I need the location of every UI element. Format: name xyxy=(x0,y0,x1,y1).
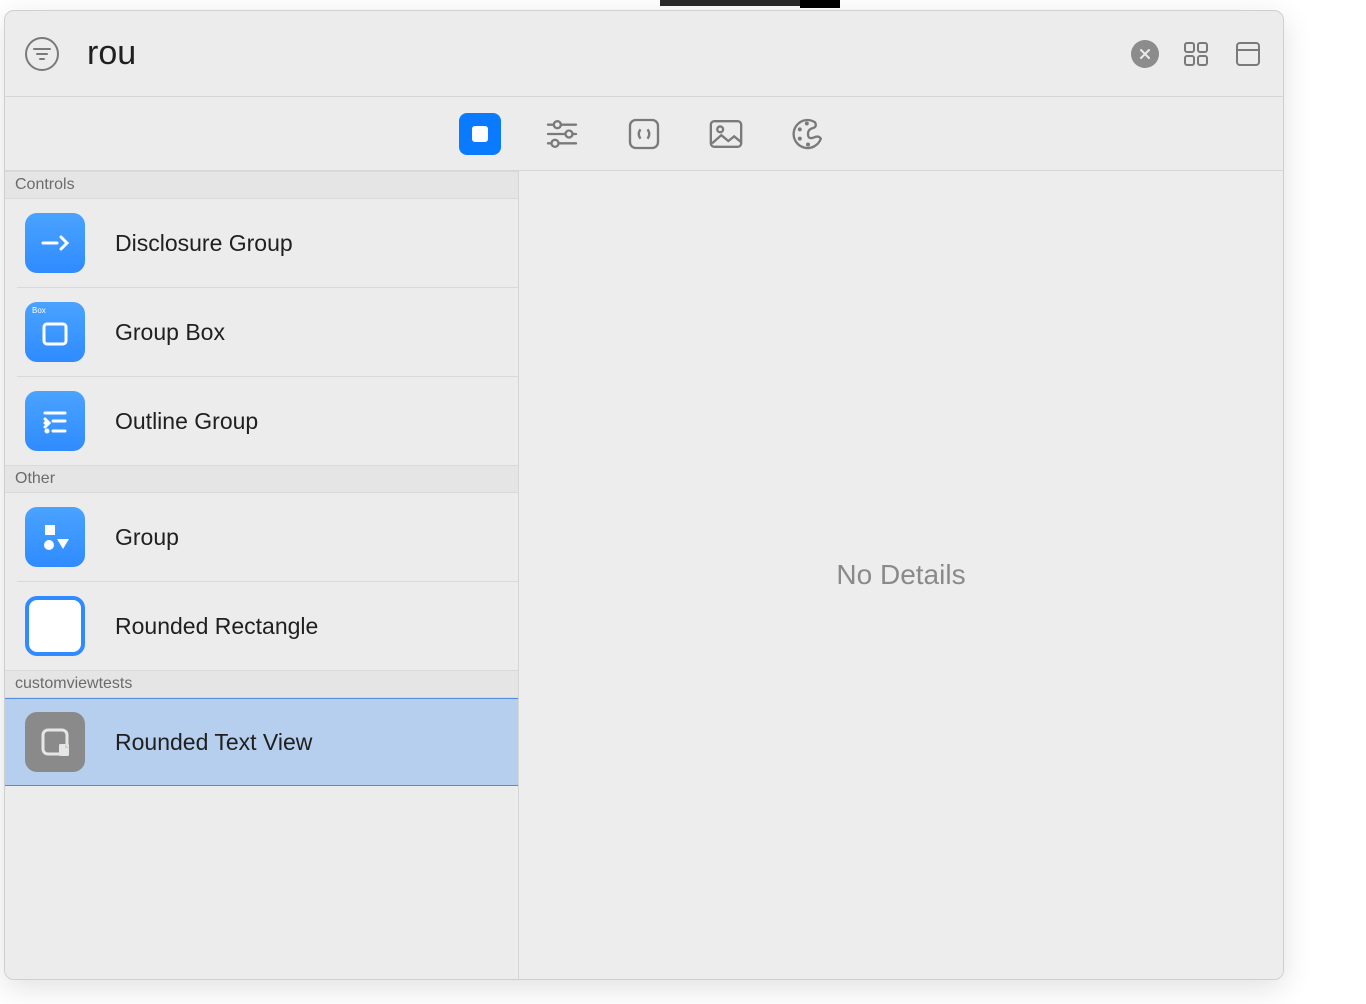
filter-scope-icon[interactable] xyxy=(25,37,59,71)
list-item-label: Rounded Text View xyxy=(115,729,312,756)
search-input[interactable] xyxy=(87,11,1119,96)
tab-objects[interactable] xyxy=(459,113,501,155)
tab-media[interactable] xyxy=(705,113,747,155)
list-item-label: Outline Group xyxy=(115,408,258,435)
list-item[interactable]: Disclosure Group xyxy=(5,199,518,287)
objects-icon xyxy=(472,126,488,142)
clear-search-button[interactable] xyxy=(1131,40,1159,68)
detail-view-icon[interactable] xyxy=(1233,39,1263,69)
list-item-label: Disclosure Group xyxy=(115,230,293,257)
search-row xyxy=(5,11,1283,97)
list-item[interactable]: Rounded Rectangle xyxy=(5,582,518,670)
detail-pane: No Details xyxy=(519,171,1283,979)
list-item[interactable]: Group xyxy=(5,493,518,581)
background-peek xyxy=(0,0,1366,8)
list-item-label: Rounded Rectangle xyxy=(115,613,318,640)
library-panel: Controls Disclosure Group Box Group Box xyxy=(4,10,1284,980)
grid-view-icon[interactable] xyxy=(1181,39,1211,69)
section-header-custom: customviewtests xyxy=(5,670,518,698)
list-item-label: Group Box xyxy=(115,319,225,346)
category-tabs xyxy=(5,97,1283,171)
background-peek-bar xyxy=(660,0,800,6)
tab-snippets[interactable] xyxy=(623,113,665,155)
group-icon xyxy=(25,507,85,567)
section-header-controls: Controls xyxy=(5,171,518,199)
outline-group-icon xyxy=(25,391,85,451)
rounded-rectangle-icon xyxy=(25,596,85,656)
no-details-label: No Details xyxy=(836,559,965,591)
library-body: Controls Disclosure Group Box Group Box xyxy=(5,171,1283,979)
section-header-other: Other xyxy=(5,465,518,493)
list-item[interactable]: Box Group Box xyxy=(5,288,518,376)
background-peek-tab xyxy=(800,0,840,8)
box-badge: Box xyxy=(32,306,46,315)
custom-view-icon xyxy=(25,712,85,772)
list-item-label: Group xyxy=(115,524,179,551)
group-box-icon: Box xyxy=(25,302,85,362)
tab-modifiers[interactable] xyxy=(541,113,583,155)
list-item[interactable]: Rounded Text View xyxy=(5,698,518,786)
results-list: Controls Disclosure Group Box Group Box xyxy=(5,171,519,979)
tab-colors[interactable] xyxy=(787,113,829,155)
disclosure-group-icon xyxy=(25,213,85,273)
list-item[interactable]: Outline Group xyxy=(5,377,518,465)
